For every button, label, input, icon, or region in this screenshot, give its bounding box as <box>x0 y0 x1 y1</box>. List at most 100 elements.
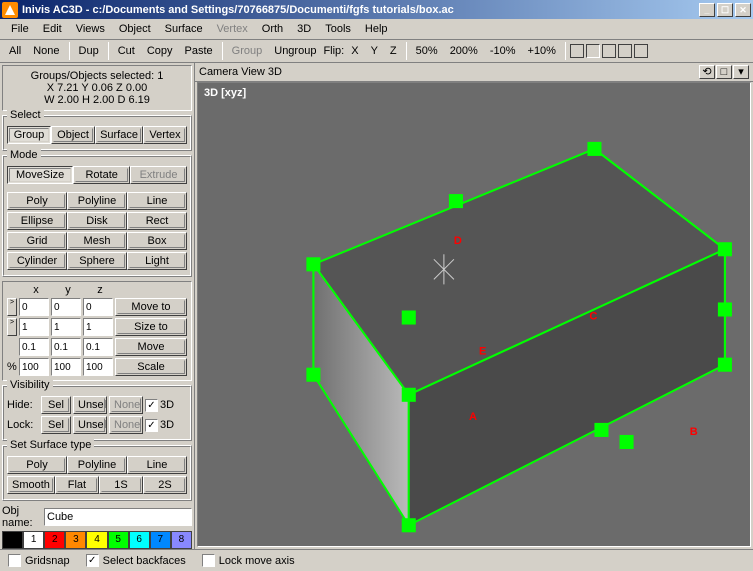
palette-4[interactable]: 4 <box>86 531 107 549</box>
mode-cylinder[interactable]: Cylinder <box>7 252 67 270</box>
scale-button[interactable]: Scale <box>115 358 187 376</box>
moveto-y[interactable] <box>51 298 81 316</box>
minimize-button[interactable]: _ <box>699 3 715 17</box>
tb-copy[interactable]: Copy <box>142 42 178 60</box>
lock-none[interactable]: None <box>109 416 143 434</box>
menu-file[interactable]: File <box>4 21 36 37</box>
palette-6[interactable]: 6 <box>129 531 150 549</box>
tb-group[interactable]: Group <box>227 42 268 60</box>
tb-cut[interactable]: Cut <box>113 42 140 60</box>
mode-grid[interactable]: Grid <box>7 232 67 250</box>
menu-3d[interactable]: 3D <box>290 21 318 37</box>
layout-icon-4[interactable] <box>618 44 632 58</box>
palette-2[interactable]: 2 <box>44 531 65 549</box>
maximize-button[interactable]: ☐ <box>717 3 733 17</box>
layout-icon-5[interactable] <box>634 44 648 58</box>
layout-icon-1[interactable] <box>570 44 584 58</box>
surf-1s[interactable]: 1S <box>99 476 143 494</box>
move-button[interactable]: Move <box>115 338 187 356</box>
tb-paste[interactable]: Paste <box>180 42 218 60</box>
tb-200[interactable]: 200% <box>445 42 483 60</box>
menu-views[interactable]: Views <box>69 21 112 37</box>
mode-polyline[interactable]: Polyline <box>67 192 127 210</box>
menu-object[interactable]: Object <box>112 21 158 37</box>
surf-2s[interactable]: 2S <box>143 476 187 494</box>
lock-3d-check[interactable] <box>145 419 158 432</box>
moveto-button[interactable]: Move to <box>115 298 187 316</box>
hide-unsel[interactable]: Unsel <box>73 396 107 414</box>
gridsnap-opt[interactable]: Gridsnap <box>8 554 70 567</box>
view-max-icon[interactable]: □ <box>716 65 732 79</box>
mode-ellipse[interactable]: Ellipse <box>7 212 67 230</box>
layout-icon-2[interactable] <box>586 44 600 58</box>
menu-tools[interactable]: Tools <box>318 21 358 37</box>
tb-flip-z[interactable]: Z <box>385 42 402 60</box>
view-refresh-icon[interactable]: ⟲ <box>699 65 715 79</box>
tb-p10[interactable]: +10% <box>523 42 561 60</box>
move-x[interactable] <box>19 338 49 356</box>
scale-x[interactable] <box>19 358 49 376</box>
palette-1[interactable]: 1 <box>23 531 44 549</box>
mode-disk[interactable]: Disk <box>67 212 127 230</box>
hide-3d-check[interactable] <box>145 399 158 412</box>
palette-0[interactable] <box>2 531 23 549</box>
sizeto-spin[interactable]: > <box>7 318 17 336</box>
mode-movesize[interactable]: MoveSize <box>7 166 73 184</box>
sizeto-x[interactable] <box>19 318 49 336</box>
surf-flat[interactable]: Flat <box>55 476 99 494</box>
move-y[interactable] <box>51 338 81 356</box>
select-object[interactable]: Object <box>51 126 95 144</box>
mode-mesh[interactable]: Mesh <box>67 232 127 250</box>
select-group[interactable]: Group <box>7 126 51 144</box>
canvas-3d[interactable]: 3D [xyz] <box>197 82 751 547</box>
scale-y[interactable] <box>51 358 81 376</box>
sizeto-button[interactable]: Size to <box>115 318 187 336</box>
layout-icon-3[interactable] <box>602 44 616 58</box>
select-surface[interactable]: Surface <box>95 126 143 144</box>
menu-edit[interactable]: Edit <box>36 21 69 37</box>
tb-all[interactable]: All <box>4 42 26 60</box>
view-menu-icon[interactable]: ▾ <box>733 65 749 79</box>
mode-line[interactable]: Line <box>127 192 187 210</box>
mode-poly[interactable]: Poly <box>7 192 67 210</box>
menu-vertex[interactable]: Vertex <box>210 21 255 37</box>
tb-dup[interactable]: Dup <box>74 42 104 60</box>
moveto-z[interactable] <box>83 298 113 316</box>
palette-7[interactable]: 7 <box>150 531 171 549</box>
scale-z[interactable] <box>83 358 113 376</box>
tb-50[interactable]: 50% <box>411 42 443 60</box>
mode-extrude[interactable]: Extrude <box>130 166 187 184</box>
tb-none[interactable]: None <box>28 42 64 60</box>
surf-polyline[interactable]: Polyline <box>67 456 127 474</box>
close-button[interactable]: ✕ <box>735 3 751 17</box>
menu-surface[interactable]: Surface <box>158 21 210 37</box>
tb-m10[interactable]: -10% <box>485 42 521 60</box>
sizeto-z[interactable] <box>83 318 113 336</box>
menu-help[interactable]: Help <box>358 21 395 37</box>
move-z[interactable] <box>83 338 113 356</box>
tb-flip-y[interactable]: Y <box>366 42 383 60</box>
mode-rotate[interactable]: Rotate <box>73 166 130 184</box>
mode-light[interactable]: Light <box>127 252 187 270</box>
moveto-spin[interactable]: > <box>7 298 17 316</box>
palette-3[interactable]: 3 <box>65 531 86 549</box>
select-vertex[interactable]: Vertex <box>143 126 187 144</box>
tb-flip-x[interactable]: X <box>346 42 363 60</box>
surf-poly[interactable]: Poly <box>7 456 67 474</box>
palette-5[interactable]: 5 <box>108 531 129 549</box>
backfaces-opt[interactable]: Select backfaces <box>86 554 186 567</box>
menu-orth[interactable]: Orth <box>255 21 290 37</box>
moveto-x[interactable] <box>19 298 49 316</box>
objname-input[interactable] <box>44 508 192 526</box>
lockmove-opt[interactable]: Lock move axis <box>202 554 295 567</box>
tb-ungroup[interactable]: Ungroup <box>269 42 321 60</box>
mode-box[interactable]: Box <box>127 232 187 250</box>
surf-smooth[interactable]: Smooth <box>7 476 55 494</box>
lock-sel[interactable]: Sel <box>41 416 71 434</box>
sizeto-y[interactable] <box>51 318 81 336</box>
hide-sel[interactable]: Sel <box>41 396 71 414</box>
lock-unsel[interactable]: Unsel <box>73 416 107 434</box>
palette-8[interactable]: 8 <box>171 531 192 549</box>
hide-none[interactable]: None <box>109 396 143 414</box>
mode-sphere[interactable]: Sphere <box>67 252 127 270</box>
